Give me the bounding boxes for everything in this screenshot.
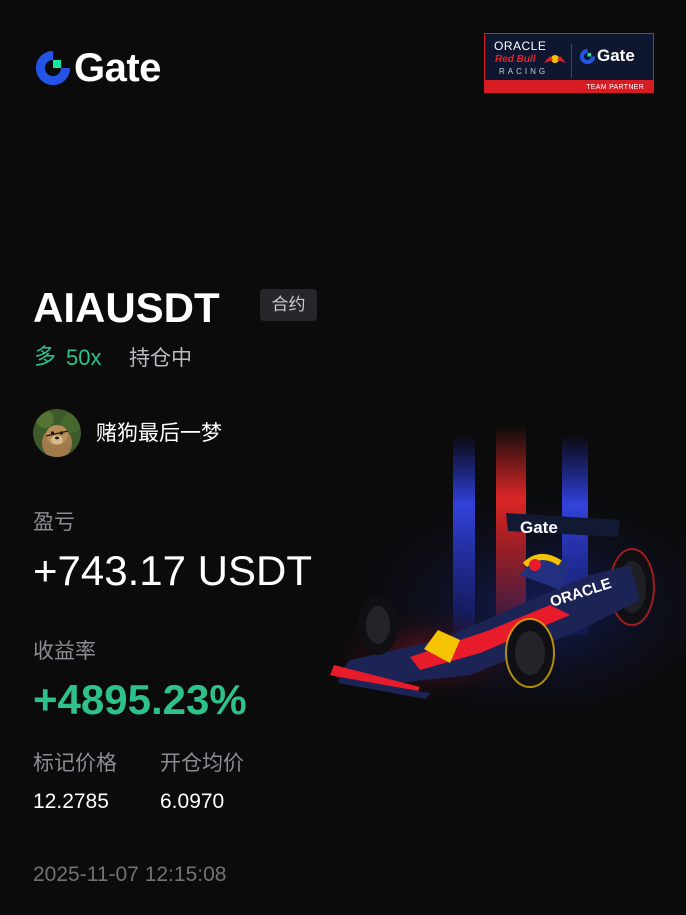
pnl-label: 盈亏 — [33, 510, 75, 534]
oracle-wordmark: ORACLE — [494, 39, 547, 53]
pnl-value: +743.17 USDT — [33, 547, 312, 594]
redbull-bulls-icon — [544, 55, 566, 63]
leverage: 50x — [66, 345, 102, 370]
contract-symbol: AIAUSDT — [33, 284, 220, 331]
entry-price-value: 6.0970 — [160, 790, 225, 813]
gate-logo-small-icon — [579, 48, 596, 64]
racing-wordmark: RACING — [499, 67, 549, 76]
svg-text:Gate: Gate — [520, 518, 558, 537]
gate-logo: Gate — [34, 46, 161, 90]
team-partner-badge: ORACLE Red Bull RACING Gate TEAM PARTNER — [484, 33, 654, 93]
dog-avatar-icon — [33, 409, 81, 457]
gate-logo-icon — [35, 50, 71, 86]
username: 赌狗最后一梦 — [96, 421, 222, 445]
partner-gate-text: Gate — [597, 46, 635, 65]
redbull-wordmark: Red Bull — [495, 54, 536, 65]
mark-price-value: 12.2785 — [33, 790, 109, 813]
team-partner-label: TEAM PARTNER — [586, 84, 644, 91]
timestamp: 2025-11-07 12:15:08 — [33, 863, 227, 886]
partner-divider — [571, 44, 572, 78]
roi-label: 收益率 — [33, 639, 96, 663]
position-side: 多 — [34, 345, 57, 370]
roi-value: +4895.23% — [33, 676, 247, 723]
avatar — [33, 409, 81, 457]
f1-car-illustration: Gate ORACLE — [320, 425, 686, 710]
position-status: 持仓中 — [129, 346, 192, 370]
gate-logo-text: Gate — [74, 46, 161, 90]
contract-type-tag: 合约 — [260, 289, 317, 321]
entry-price-label: 开仓均价 — [160, 751, 244, 775]
share-card: Gate ORACLE Red Bull RACING Gate TEAM PA… — [0, 0, 686, 915]
mark-price-label: 标记价格 — [33, 751, 117, 775]
partner-gate-logo: Gate — [579, 46, 635, 66]
